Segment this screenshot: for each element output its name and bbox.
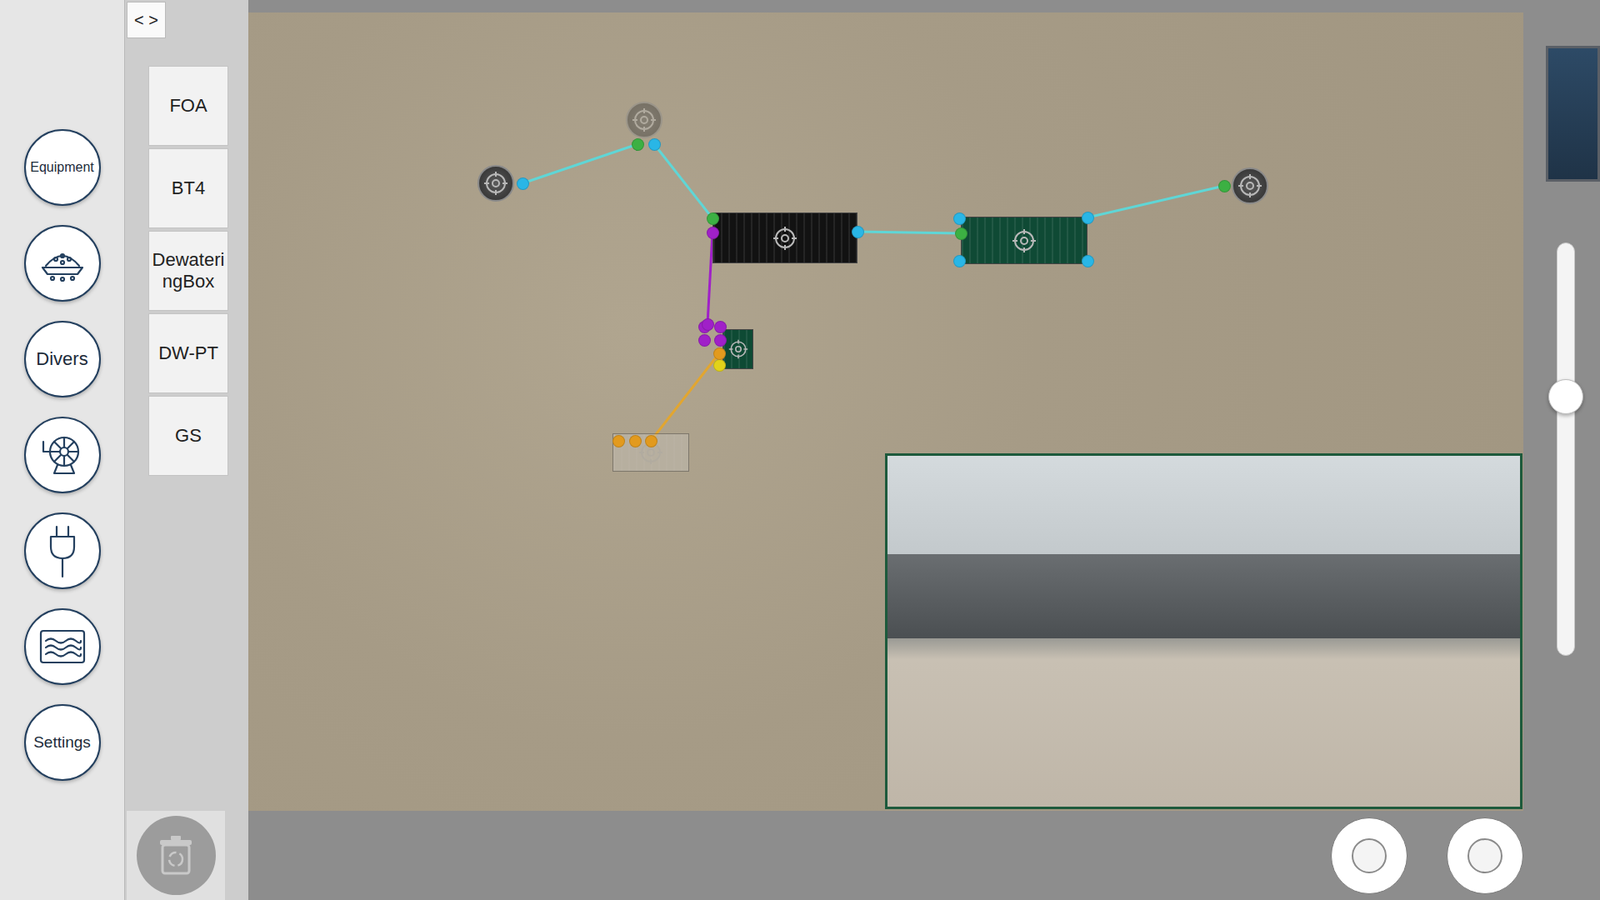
palette-item[interactable]: FOA xyxy=(148,65,229,146)
connection-line[interactable] xyxy=(522,144,638,184)
palette-item[interactable]: GS xyxy=(148,395,229,476)
port-dot[interactable] xyxy=(953,255,966,268)
port-dot[interactable] xyxy=(1081,255,1095,268)
node-body xyxy=(712,212,858,264)
palette-panel: < > FOABT4DewateringBoxDW-PTGS xyxy=(125,0,249,900)
palette-item[interactable]: DW-PT xyxy=(148,313,229,394)
node-fade xyxy=(960,216,1088,265)
node-fade xyxy=(722,329,754,370)
node-body xyxy=(1231,167,1269,205)
plug-icon xyxy=(44,523,81,579)
node-fade xyxy=(712,212,858,264)
sidebar-button[interactable]: Settings xyxy=(24,704,101,781)
node-body xyxy=(960,216,1088,265)
port-dot[interactable] xyxy=(706,226,720,240)
connection-line[interactable] xyxy=(857,231,961,234)
crosshair-icon xyxy=(772,225,798,251)
node-fade xyxy=(477,165,515,202)
node-body xyxy=(477,165,515,202)
water-tank-icon xyxy=(37,625,88,668)
palette-item[interactable]: BT4 xyxy=(148,148,229,229)
crosshair-icon xyxy=(728,339,749,360)
equipment-node[interactable] xyxy=(722,329,754,370)
zoom-slider-thumb[interactable] xyxy=(1548,379,1584,415)
sidebar-button[interactable] xyxy=(24,416,101,494)
trash-area[interactable] xyxy=(126,810,225,900)
connection-line[interactable] xyxy=(1087,185,1225,218)
port-dot[interactable] xyxy=(714,334,727,347)
palette-list: FOABT4DewateringBoxDW-PTGS xyxy=(125,38,249,476)
port-dot[interactable] xyxy=(953,212,966,225)
connection-line[interactable] xyxy=(654,144,713,219)
pump-icon xyxy=(39,431,86,479)
node-body xyxy=(722,329,754,370)
crosshair-icon xyxy=(483,170,509,196)
port-dot[interactable] xyxy=(631,138,645,151)
3d-preview-view[interactable] xyxy=(885,453,1523,810)
crosshair-icon xyxy=(1011,228,1037,254)
port-dot[interactable] xyxy=(851,225,865,239)
palette-item[interactable]: DewateringBox xyxy=(148,230,229,311)
sea-drops-icon xyxy=(39,244,86,283)
port-dot[interactable] xyxy=(516,177,530,190)
port-dot[interactable] xyxy=(713,359,726,372)
crosshair-icon xyxy=(631,107,657,133)
sidebar-button-label: Settings xyxy=(33,734,91,752)
sidebar-button[interactable]: Equipment xyxy=(24,129,101,206)
equipment-node[interactable] xyxy=(477,165,515,202)
equipment-node[interactable] xyxy=(1231,167,1269,205)
sidebar-button-label: Divers xyxy=(35,349,88,370)
sidebar-button-label: Equipment xyxy=(30,160,95,175)
connection-line[interactable] xyxy=(650,353,720,441)
equipment-node[interactable] xyxy=(625,101,663,139)
port-dot[interactable] xyxy=(955,227,968,240)
camera-preview xyxy=(1545,45,1600,182)
port-dot[interactable] xyxy=(648,138,661,151)
port-dot[interactable] xyxy=(645,435,658,448)
sidebar-button[interactable]: Divers xyxy=(24,320,101,398)
trash-icon[interactable] xyxy=(136,815,216,895)
port-dot[interactable] xyxy=(1081,211,1095,225)
layout-canvas[interactable] xyxy=(248,12,1524,811)
port-dot[interactable] xyxy=(612,435,625,448)
port-dot[interactable] xyxy=(701,318,715,331)
port-dot[interactable] xyxy=(698,334,711,347)
node-fade xyxy=(1231,167,1269,205)
node-body xyxy=(625,101,663,139)
equipment-node[interactable] xyxy=(712,212,858,264)
node-fade xyxy=(625,101,663,139)
port-dot[interactable] xyxy=(1218,180,1231,193)
equipment-node[interactable] xyxy=(960,216,1088,265)
sidebar-button[interactable] xyxy=(24,608,101,685)
zoom-slider[interactable] xyxy=(1556,242,1575,656)
sidebar-button[interactable] xyxy=(24,225,101,302)
view-button[interactable] xyxy=(1330,817,1408,895)
port-dot[interactable] xyxy=(714,320,727,334)
view-button[interactable] xyxy=(1446,817,1524,895)
panel-toggle-button[interactable]: < > xyxy=(126,1,166,39)
sidebar-button[interactable] xyxy=(24,512,101,590)
port-dot[interactable] xyxy=(706,212,720,225)
port-dot[interactable] xyxy=(713,347,726,360)
port-dot[interactable] xyxy=(629,435,642,448)
sidebar: Equipment Divers Settings xyxy=(0,0,125,900)
crosshair-icon xyxy=(1237,173,1263,199)
